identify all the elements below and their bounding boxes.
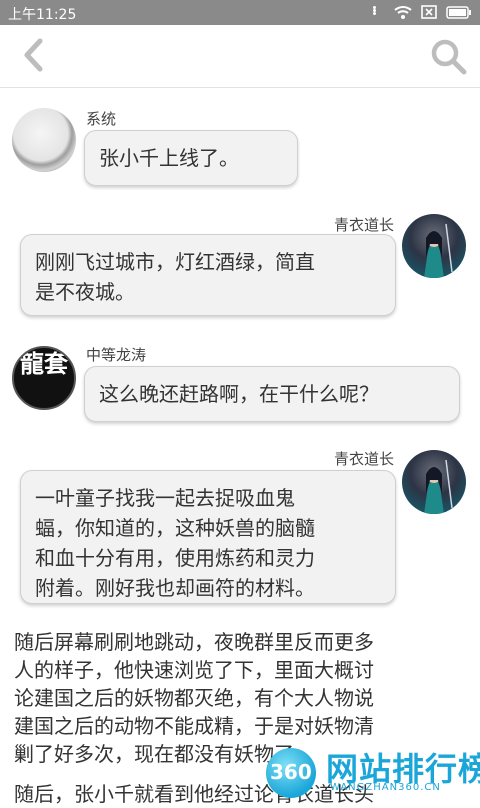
more-dots-icon — [373, 6, 385, 18]
back-arrow-icon[interactable] — [18, 38, 52, 72]
message-line: 一叶童子找我一起去捉吸血鬼 — [35, 486, 295, 510]
message-text: 这么晚还赶路啊，在干什么呢？ — [99, 382, 379, 406]
message-line: 和血十分有用，使用炼药和灵力 — [35, 546, 315, 570]
dragon-calligraphy-avatar[interactable]: 龍套 — [12, 346, 76, 410]
message-line: 是不夜城。 — [35, 280, 135, 304]
watermark-url: WANGZHAN360.CN — [330, 782, 441, 793]
narrative-line: 论建国之后的妖物都灭绝，有个大人物说 — [14, 686, 374, 710]
watermark-number: 360 — [270, 760, 312, 784]
narrative-line: 人的样子，他快速浏览了下，里面大概讨 — [14, 658, 374, 682]
narrative-line: 随后屏幕刷刷地跳动，夜晚群里反而更多 — [14, 630, 374, 654]
status-icons — [373, 5, 472, 19]
status-bar: 上午11:25 — [0, 0, 480, 25]
search-icon[interactable] — [430, 38, 468, 76]
sender-name: 系统 — [86, 110, 117, 128]
top-bar — [0, 25, 480, 88]
avatar-calligraphy: 龍套 — [20, 349, 68, 378]
message-line: 附着。刚好我也却画符的材料。 — [35, 576, 315, 600]
battery-icon — [446, 5, 472, 19]
swordsman-avatar[interactable] — [402, 214, 466, 278]
message-text: 张小千上线了。 — [99, 146, 239, 170]
narrative-line: 建国之后的动物不能成精，于是对妖物清 — [14, 714, 374, 738]
sender-name: 中等龙涛 — [86, 346, 147, 364]
swordsman-avatar[interactable] — [402, 450, 466, 514]
message-bubble: 这么晚还赶路啊，在干什么呢？ — [84, 366, 460, 422]
message-line: 蝠，你知道的，这种妖兽的脑髓 — [35, 516, 315, 540]
status-time: 上午11:25 — [8, 7, 77, 23]
message-bubble: 刚刚飞过城市，灯红酒绿，简直 是不夜城。 — [20, 234, 396, 316]
sender-name: 青衣道长 — [333, 450, 394, 468]
watermark-logo: 360 网站排行榜 WANGZHAN360.CN — [266, 744, 480, 800]
message-bubble: 张小千上线了。 — [84, 130, 298, 186]
mirror-avatar[interactable] — [12, 108, 76, 172]
sender-name: 青衣道长 — [333, 216, 394, 234]
wifi-icon — [394, 5, 412, 19]
no-sim-icon — [421, 5, 437, 19]
message-bubble: 一叶童子找我一起去捉吸血鬼 蝠，你知道的，这种妖兽的脑髓 和血十分有用，使用炼药… — [20, 470, 396, 604]
message-line: 刚刚飞过城市，灯红酒绿，简直 — [35, 250, 315, 274]
